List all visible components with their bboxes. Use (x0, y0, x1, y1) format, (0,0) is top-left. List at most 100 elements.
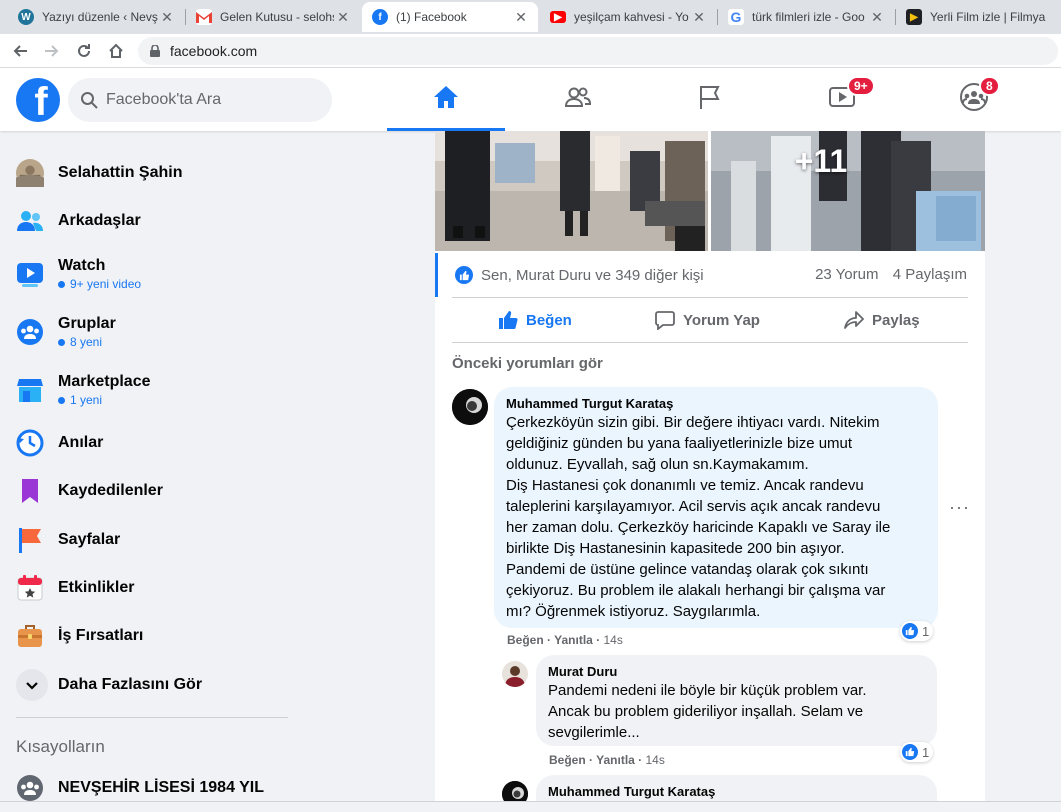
tab-title: Gelen Kutusu - selohs (220, 10, 334, 24)
post-counts: 23 Yorum 4 Paylaşım (815, 266, 967, 283)
close-tab-icon[interactable]: ✕ (512, 9, 530, 26)
close-tab-icon[interactable]: ✕ (690, 9, 708, 26)
close-tab-icon[interactable]: ✕ (868, 9, 886, 26)
browser-tab-wordpress[interactable]: W Yazıyı düzenle ‹ Nevş ✕ (8, 2, 184, 32)
profile-avatar (16, 159, 44, 187)
tab-title: türk filmleri izle - Goo (752, 10, 865, 24)
close-tab-icon[interactable]: ✕ (158, 9, 176, 26)
nav-tab-home[interactable] (387, 68, 505, 131)
comment-like-link[interactable]: Beğen (549, 753, 586, 767)
back-icon[interactable] (8, 39, 32, 63)
home-icon (432, 83, 460, 116)
browser-tab-facebook[interactable]: f (1) Facebook ✕ (362, 2, 538, 32)
comment-author[interactable]: Muhammed Turgut Karataş (548, 783, 925, 800)
feed-post: +11 Sen, Murat Duru ve 349 diğer kişi 23… (435, 131, 985, 812)
lock-icon (150, 45, 160, 57)
sidebar-item-friends[interactable]: Arkadaşlar (8, 197, 292, 245)
comment-reaction-count[interactable]: 1 (900, 621, 934, 641)
browser-tab-youtube[interactable]: ▶ yeşilçam kahvesi - Yo ✕ (540, 2, 716, 32)
comment-bubble: Murat Duru Pandemi nedeni ile böyle bir … (536, 655, 937, 746)
comments-count[interactable]: 23 Yorum (815, 266, 878, 283)
watch-icon (16, 260, 44, 288)
facebook-logo[interactable]: f (16, 78, 60, 122)
youtube-icon: ▶ (550, 11, 566, 23)
home-icon[interactable] (104, 39, 128, 63)
flag-icon (696, 83, 724, 116)
like-label: Beğen (526, 311, 572, 329)
left-sidebar: Selahattin Şahin Arkadaşlar Watch 9+ yen… (0, 131, 300, 812)
sidebar-item-sub: 9+ yeni video (58, 276, 141, 292)
nav-tab-groups[interactable]: 8 (915, 68, 1033, 131)
comment-text: Çerkezköyün sizin gibi. Bir değere ihtiy… (506, 414, 891, 620)
comment-button[interactable]: Yorum Yap (655, 299, 760, 341)
comment-bubble: Muhammed Turgut Karataş Çerkezköyün sizi… (494, 387, 938, 628)
reactions-row[interactable]: Sen, Murat Duru ve 349 diğer kişi 23 Yor… (435, 253, 985, 297)
comment-author[interactable]: Muhammed Turgut Karataş (506, 395, 926, 412)
thumbs-up-icon (499, 311, 518, 329)
browser-tab-filmya[interactable]: ▶ Yerli Film izle | Filmya (896, 2, 1061, 32)
comment-author[interactable]: Murat Duru (548, 663, 925, 680)
address-bar[interactable]: facebook.com (138, 37, 1058, 65)
browser-tab-bar: W Yazıyı düzenle ‹ Nevş ✕ Gelen Kutusu -… (0, 0, 1061, 34)
comment-like-link[interactable]: Beğen (507, 633, 544, 647)
browser-tab-google[interactable]: G türk filmleri izle - Goo ✕ (718, 2, 894, 32)
comment-label: Yorum Yap (683, 311, 760, 329)
like-reaction-icon (902, 744, 918, 760)
browser-tab-gmail[interactable]: Gelen Kutusu - selohs ✕ (186, 2, 360, 32)
post-photo[interactable] (435, 131, 708, 251)
post-photo[interactable]: +11 (711, 131, 985, 251)
comment-meta: Beğen · Yanıtla · 14s (507, 633, 623, 647)
nav-tab-friends[interactable] (519, 68, 637, 131)
watch-badge: 9+ (847, 76, 875, 96)
comment-reply-link[interactable]: Yanıtla (554, 633, 593, 647)
nav-tab-watch[interactable]: 9+ (783, 68, 901, 131)
more-photos-count[interactable]: +11 (751, 131, 891, 191)
shortcut-label: NEVŞEHİR LİSESİ 1984 YIL (58, 779, 265, 796)
search-icon (80, 91, 98, 109)
wordpress-icon: W (18, 9, 34, 25)
facebook-icon: f (372, 9, 388, 25)
sidebar-item-groups[interactable]: Gruplar 8 yeni (8, 304, 292, 360)
like-reaction-icon (455, 266, 473, 284)
friends-icon (564, 83, 592, 116)
close-tab-icon[interactable]: ✕ (334, 9, 352, 26)
jobs-icon (16, 622, 44, 650)
share-button[interactable]: Paylaş (844, 299, 920, 341)
sidebar-item-label: Kaydedilenler (58, 482, 163, 499)
divider (16, 717, 288, 718)
forward-icon[interactable] (40, 39, 64, 63)
sidebar-item-saved[interactable]: Kaydedilenler (8, 467, 292, 515)
sidebar-item-jobs[interactable]: İş Fırsatları (8, 612, 292, 660)
sidebar-item-pages[interactable]: Sayfalar (8, 516, 292, 564)
shares-count[interactable]: 4 Paylaşım (893, 266, 967, 283)
sidebar-item-label: Sayfalar (58, 531, 121, 548)
sidebar-item-memories[interactable]: Anılar (8, 419, 292, 467)
sidebar-item-profile[interactable]: Selahattin Şahin (8, 149, 292, 197)
reload-icon[interactable] (72, 39, 96, 63)
comment-options-icon[interactable]: ··· (949, 497, 970, 518)
like-button[interactable]: Beğen (498, 299, 572, 341)
reactions-text[interactable]: Sen, Murat Duru ve 349 diğer kişi (481, 267, 704, 284)
sidebar-item-see-more[interactable]: Daha Fazlasını Gör (8, 661, 292, 709)
comment-reaction-count[interactable]: 1 (900, 742, 934, 762)
groups-icon (16, 318, 44, 346)
sidebar-item-label: Gruplar (58, 315, 116, 332)
comment-time[interactable]: 14s (646, 753, 665, 767)
sidebar-item-watch[interactable]: Watch 9+ yeni video (8, 246, 292, 302)
avatar[interactable] (452, 389, 488, 425)
sidebar-item-label: Etkinlikler (58, 579, 135, 596)
sidebar-item-marketplace[interactable]: Marketplace 1 yeni (8, 362, 292, 418)
comment-reply-link[interactable]: Yanıtla (596, 753, 635, 767)
avatar[interactable] (502, 661, 528, 687)
previous-comments-link[interactable]: Önceki yorumları gör (452, 355, 603, 372)
search-placeholder: Facebook'ta Ara (106, 91, 222, 108)
sidebar-item-sub: 1 yeni (58, 392, 151, 408)
sidebar-item-label: Watch (58, 257, 106, 274)
shortcuts-title: Kısayolların (16, 737, 105, 756)
sidebar-item-label: Selahattin Şahin (58, 164, 183, 181)
search-input[interactable]: Facebook'ta Ara (68, 78, 332, 122)
sidebar-item-events[interactable]: Etkinlikler (8, 564, 292, 612)
play-icon: ▶ (906, 9, 922, 25)
comment-time[interactable]: 14s (604, 633, 623, 647)
nav-tab-pages[interactable] (651, 68, 769, 131)
